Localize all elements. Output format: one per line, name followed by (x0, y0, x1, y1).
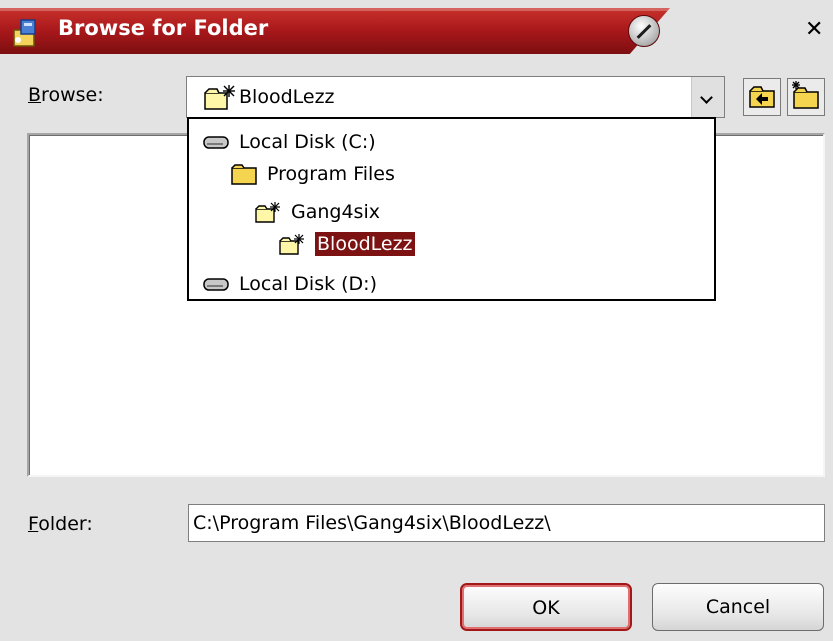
dropdown-item-local-disk-c[interactable]: Local Disk (C:) (203, 127, 376, 157)
close-icon[interactable]: ✕ (805, 17, 823, 42)
browse-label: Browse: (28, 84, 104, 106)
dropdown-arrow-button[interactable] (691, 77, 724, 117)
folder-label: Folder: (28, 513, 93, 535)
drive-icon (203, 136, 229, 149)
dropdown-item-local-disk-d[interactable]: Local Disk (D:) (203, 269, 377, 299)
folder-label-rest: older: (38, 513, 93, 535)
folder-path-input[interactable]: C:\Program Files\Gang4six\BloodLezz\ (188, 504, 825, 542)
ok-button[interactable]: OK (460, 583, 632, 631)
dropdown-item-label: Program Files (267, 163, 395, 185)
special-folder-icon (255, 202, 280, 223)
folder-up-icon (749, 86, 775, 108)
browse-selected-value: BloodLezz (239, 86, 335, 108)
new-folder-icon (792, 81, 819, 109)
new-folder-button[interactable] (787, 78, 825, 116)
title-bar[interactable]: Browse for Folder ✕ (0, 0, 833, 58)
dropdown-item-gang4six[interactable]: Gang4six (255, 197, 380, 227)
up-one-level-button[interactable] (743, 78, 781, 116)
folder-icon (231, 164, 257, 185)
window-title: Browse for Folder (58, 16, 269, 40)
browse-combobox[interactable]: BloodLezz (186, 76, 725, 118)
cancel-button[interactable]: Cancel (652, 583, 824, 631)
dropdown-item-label: Gang4six (291, 201, 380, 223)
dropdown-item-program-files[interactable]: Program Files (231, 159, 395, 189)
special-folder-icon (204, 85, 235, 110)
dropdown-item-bloodlezz[interactable]: BloodLezz (279, 229, 415, 259)
browse-dropdown-list[interactable]: Local Disk (C:) Program Files Gang4six B… (187, 117, 716, 301)
dropdown-item-label-selected: BloodLezz (315, 232, 415, 256)
dropdown-item-label: Local Disk (C:) (239, 131, 376, 153)
browse-label-rest: rowse: (41, 84, 104, 106)
special-folder-icon (279, 234, 304, 255)
browse-label-hotkey: B (28, 84, 42, 106)
drive-icon (203, 278, 229, 291)
folder-label-hotkey: F (28, 513, 39, 535)
browse-folder-app-icon (13, 19, 36, 47)
help-circle-icon[interactable] (628, 15, 660, 47)
dropdown-item-label: Local Disk (D:) (239, 273, 377, 295)
